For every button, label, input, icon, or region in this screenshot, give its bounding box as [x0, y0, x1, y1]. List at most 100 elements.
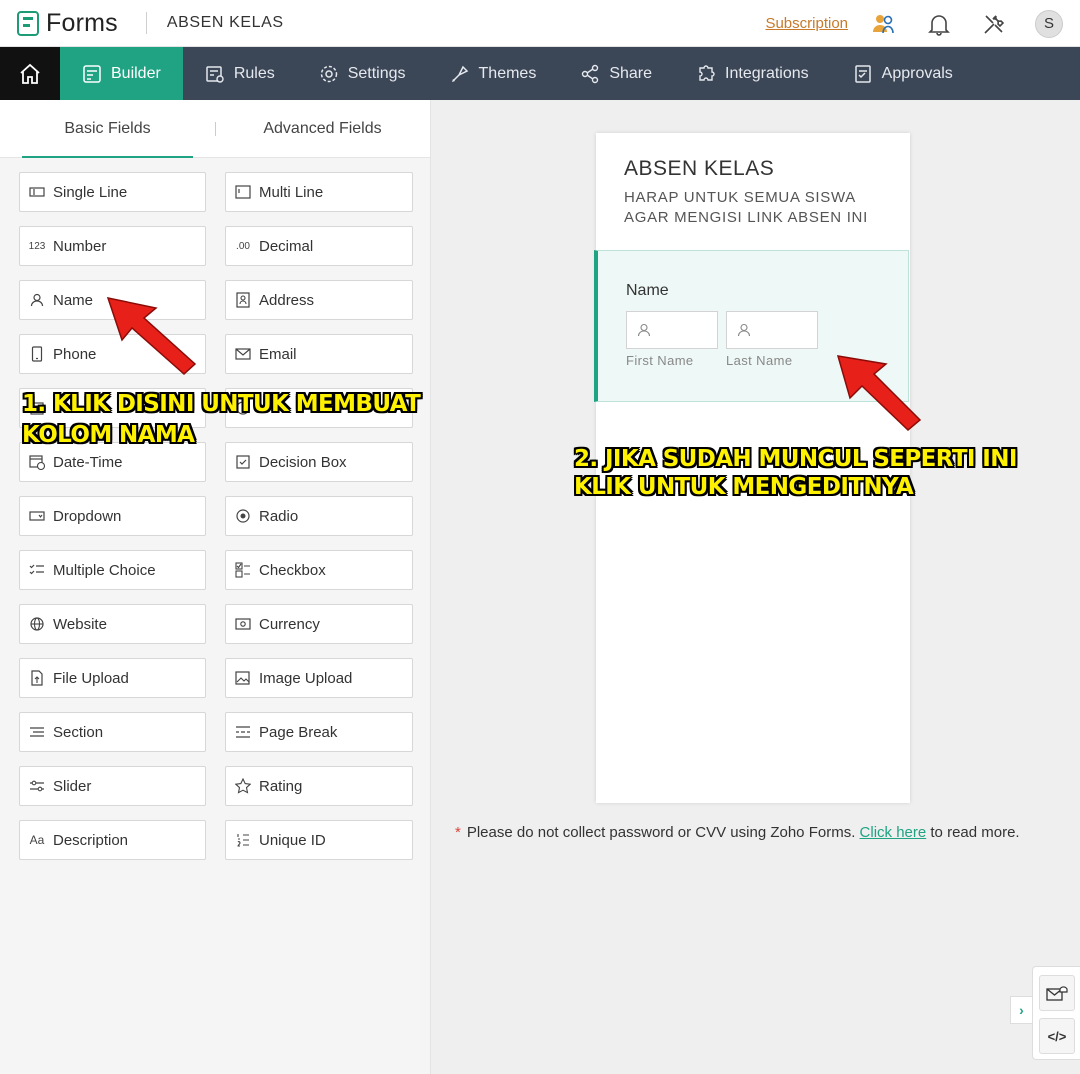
- field-label: Decimal: [259, 237, 314, 255]
- field-unique-id[interactable]: Unique ID: [225, 820, 413, 860]
- home-button[interactable]: [0, 47, 60, 100]
- field-multiple-choice[interactable]: Multiple Choice: [19, 550, 206, 590]
- nav-share[interactable]: Share: [558, 47, 674, 100]
- field-single-line[interactable]: Single Line: [19, 172, 206, 212]
- nav-settings[interactable]: Settings: [297, 47, 428, 100]
- field-decimal[interactable]: .00 Decimal: [225, 226, 413, 266]
- nav-rules[interactable]: Rules: [183, 47, 297, 100]
- field-rating[interactable]: Rating: [225, 766, 413, 806]
- section-icon: [29, 724, 45, 740]
- header-actions: Subscription S: [765, 0, 1080, 47]
- field-slider[interactable]: Slider: [19, 766, 206, 806]
- field-currency[interactable]: Currency: [225, 604, 413, 644]
- field-image-upload[interactable]: Image Upload: [225, 658, 413, 698]
- avatar[interactable]: S: [1035, 9, 1063, 38]
- field-website[interactable]: Website: [19, 604, 206, 644]
- annotation-step1-line2: KOLOM NAMA: [22, 422, 195, 448]
- field-page-break[interactable]: Page Break: [225, 712, 413, 752]
- bell-icon[interactable]: [925, 10, 953, 38]
- address-icon: [235, 292, 251, 308]
- field-label: Multiple Choice: [53, 561, 156, 579]
- mail-bell-icon: [1046, 986, 1068, 1001]
- field-label: Decision Box: [259, 453, 347, 471]
- users-icon[interactable]: [870, 10, 898, 38]
- field-label: Radio: [259, 507, 299, 525]
- field-label: Date-Time: [53, 453, 123, 471]
- share-icon: [582, 64, 599, 83]
- field-email[interactable]: Email: [225, 334, 413, 374]
- field-label: Name: [53, 291, 94, 309]
- approvals-icon: [854, 64, 871, 83]
- field-file-upload[interactable]: File Upload: [19, 658, 206, 698]
- person-icon: [737, 323, 751, 337]
- tab-basic-fields[interactable]: Basic Fields: [0, 100, 215, 158]
- field-radio[interactable]: Radio: [225, 496, 413, 536]
- field-label: File Upload: [53, 669, 129, 687]
- gear-icon: [320, 65, 337, 82]
- field-multi-line[interactable]: Multi Line: [225, 172, 413, 212]
- field-label: Single Line: [53, 183, 128, 201]
- nav-builder-label: Builder: [111, 64, 161, 82]
- decimal-icon: .00: [236, 240, 250, 252]
- annotation-step2-line1: 2. JIKA SUDAH MUNCUL SEPERTI INI: [574, 446, 1017, 472]
- nav-builder[interactable]: Builder: [60, 47, 183, 100]
- description-icon: Aa: [29, 833, 45, 847]
- nav-integrations-label: Integrations: [725, 64, 809, 82]
- image-upload-icon: [235, 670, 251, 686]
- field-checkbox[interactable]: Checkbox: [225, 550, 413, 590]
- field-section[interactable]: Section: [19, 712, 206, 752]
- email-icon: [235, 346, 251, 362]
- nav-themes-label: Themes: [478, 64, 537, 82]
- note-suffix: to read more.: [930, 824, 1020, 841]
- forms-logo-icon: [17, 10, 39, 36]
- field-label: Checkbox: [259, 561, 326, 579]
- decision-box-icon: [235, 454, 251, 470]
- field-label: Website: [53, 615, 107, 633]
- multi-line-icon: [235, 184, 251, 200]
- nav-integrations[interactable]: Integrations: [674, 47, 831, 100]
- nav-settings-label: Settings: [347, 64, 406, 82]
- builder-icon: [83, 64, 101, 83]
- themes-icon: [451, 65, 468, 82]
- arrow-to-name-field: [106, 296, 197, 376]
- tools-icon[interactable]: [980, 10, 1008, 38]
- first-name-input[interactable]: [626, 311, 718, 349]
- field-label: Page Break: [259, 723, 338, 741]
- star-icon: [235, 778, 251, 794]
- field-address[interactable]: Address: [225, 280, 413, 320]
- form-description[interactable]: HARAP UNTUK SEMUA SISWA AGAR MENGISI LIN…: [624, 188, 884, 228]
- form-title[interactable]: ABSEN KELAS: [624, 157, 774, 181]
- field-label: Multi Line: [259, 183, 324, 201]
- rules-icon: [206, 65, 224, 83]
- tab-advanced-fields[interactable]: Advanced Fields: [215, 100, 430, 157]
- field-label: Rating: [259, 777, 303, 795]
- last-name-input[interactable]: [726, 311, 818, 349]
- app-logo[interactable]: Forms: [17, 9, 118, 38]
- embed-code-button[interactable]: </>: [1039, 1018, 1075, 1054]
- field-description[interactable]: Aa Description: [19, 820, 206, 860]
- field-number[interactable]: 123 Number: [19, 226, 206, 266]
- multiple-choice-icon: [29, 562, 45, 578]
- subscription-link[interactable]: Subscription: [765, 15, 848, 32]
- field-label: Dropdown: [53, 507, 122, 525]
- nav-rules-label: Rules: [233, 64, 275, 82]
- field-dropdown[interactable]: Dropdown: [19, 496, 206, 536]
- dropdown-icon: [29, 508, 45, 524]
- header-divider: [145, 12, 147, 34]
- person-icon: [637, 323, 651, 337]
- nav-approvals[interactable]: Approvals: [831, 47, 975, 100]
- side-tools-panel: </>: [1032, 966, 1080, 1060]
- arrow-to-form-name-block: [836, 355, 922, 432]
- radio-icon: [235, 508, 251, 524]
- click-here-link[interactable]: Click here: [860, 824, 927, 841]
- annotation-step2-line2: KLIK UNTUK MENGEDITNYA: [574, 474, 914, 500]
- file-upload-icon: [29, 670, 45, 686]
- form-name[interactable]: ABSEN KELAS: [167, 14, 284, 32]
- publish-button[interactable]: [1039, 975, 1075, 1011]
- expand-tools-button[interactable]: ›: [1010, 996, 1032, 1024]
- nav-themes[interactable]: Themes: [428, 47, 559, 100]
- number-icon: 123: [28, 240, 46, 252]
- field-label: Unique ID: [259, 831, 326, 849]
- field-decision-box[interactable]: Decision Box: [225, 442, 413, 482]
- field-label: Address: [259, 291, 315, 309]
